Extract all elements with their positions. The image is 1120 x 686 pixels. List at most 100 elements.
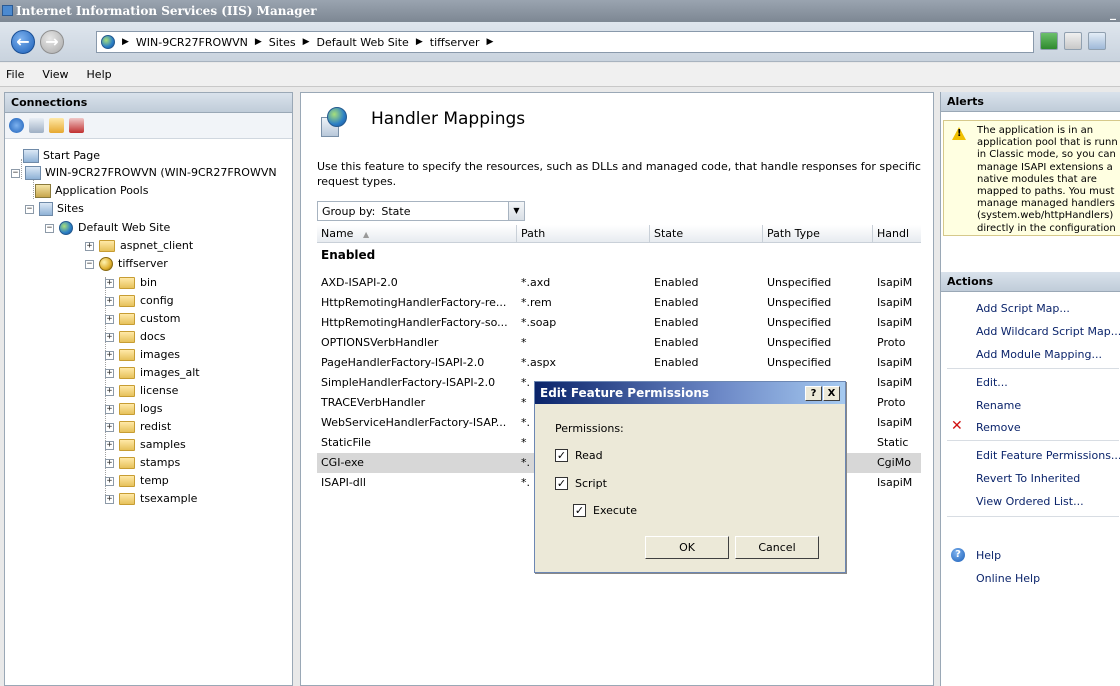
expand-icon[interactable]: +	[105, 278, 114, 288]
tree-sites[interactable]: − Sites	[25, 200, 84, 218]
action-view-ordered-list[interactable]: View Ordered List...	[976, 495, 1084, 508]
tree-application-pools[interactable]: Application Pools	[35, 182, 148, 200]
action-edit[interactable]: Edit...	[976, 376, 1008, 389]
table-row[interactable]: OPTIONSVerbHandler * Enabled Unspecified Pro…	[317, 333, 921, 353]
ok-button[interactable]: OK	[645, 536, 729, 559]
expand-icon[interactable]: +	[105, 314, 114, 324]
tree-folder-tsexample[interactable]: + tsexample	[105, 490, 197, 508]
expand-icon[interactable]: +	[105, 440, 114, 450]
tree-start-page[interactable]: Start Page	[23, 147, 100, 165]
table-row[interactable]: AXD-ISAPI-2.0 *.axd Enabled Unspecified Isap…	[317, 273, 921, 293]
tree-tiffserver[interactable]: − tiffserver	[85, 255, 168, 273]
expand-icon[interactable]: +	[105, 458, 114, 468]
menu-help[interactable]: Help	[87, 68, 112, 81]
crumb-server[interactable]: WIN-9CR27FROWVN	[136, 36, 248, 49]
cell-path-type: Unspecified	[767, 296, 832, 309]
action-help[interactable]: Help	[976, 549, 1001, 562]
delete-connection-icon[interactable]	[69, 118, 84, 133]
dialog-help-button[interactable]: ?	[805, 386, 822, 401]
checkbox-checked-icon[interactable]: ✓	[555, 477, 568, 490]
expand-icon[interactable]: +	[105, 422, 114, 432]
connect-icon[interactable]	[9, 118, 24, 133]
tree-folder-redist[interactable]: + redist	[105, 418, 171, 436]
tree-folder-samples[interactable]: + samples	[105, 436, 186, 454]
table-row[interactable]: HttpRemotingHandlerFactory-re... *.rem Ena…	[317, 293, 921, 313]
action-add-wildcard-script-map[interactable]: Add Wildcard Script Map...	[976, 325, 1120, 338]
crumb-sites[interactable]: Sites	[269, 36, 296, 49]
alert-line: directly in the configuration	[977, 222, 1116, 234]
menu-file[interactable]: File	[6, 68, 24, 81]
column-name[interactable]: Name ▲	[317, 225, 517, 243]
tree-folder-bin[interactable]: + bin	[105, 274, 157, 292]
expand-icon[interactable]: +	[105, 386, 114, 396]
tree-default-web-site[interactable]: − Default Web Site	[45, 219, 170, 237]
action-add-module-mapping[interactable]: Add Module Mapping...	[976, 348, 1102, 361]
tree-folder-images[interactable]: + images	[105, 346, 180, 364]
cancel-button[interactable]: Cancel	[735, 536, 819, 559]
column-path[interactable]: Path	[517, 225, 650, 243]
action-add-script-map[interactable]: Add Script Map...	[976, 302, 1070, 315]
collapse-icon[interactable]: −	[85, 259, 94, 269]
divider	[947, 440, 1119, 441]
cell-path: *	[521, 336, 527, 349]
column-handler[interactable]: Handl	[873, 225, 921, 243]
cell-path-type: Unspecified	[767, 276, 832, 289]
dialog-title-bar[interactable]: Edit Feature Permissions ? X	[535, 382, 845, 404]
up-icon[interactable]	[49, 118, 64, 133]
column-path-type[interactable]: Path Type	[763, 225, 873, 243]
breadcrumb[interactable]: ▶ WIN-9CR27FROWVN ▶ Sites ▶ Default Web …	[96, 31, 1034, 53]
collapse-icon[interactable]: −	[11, 168, 20, 178]
table-row[interactable]: HttpRemotingHandlerFactory-so... *.soap En…	[317, 313, 921, 333]
column-state[interactable]: State	[650, 225, 763, 243]
tree-server[interactable]: − WIN-9CR27FROWVN (WIN-9CR27FROWVN	[11, 164, 277, 182]
tree-folder-stamps[interactable]: + stamps	[105, 454, 180, 472]
crumb-default-web-site[interactable]: Default Web Site	[317, 36, 409, 49]
table-row[interactable]: PageHandlerFactory-ISAPI-2.0 *.aspx Enable…	[317, 353, 921, 373]
stop-icon[interactable]	[1064, 32, 1082, 50]
action-edit-feature-permissions[interactable]: Edit Feature Permissions...	[976, 449, 1120, 462]
forward-button[interactable]: →	[40, 30, 64, 54]
refresh-icon[interactable]	[1040, 32, 1058, 50]
dialog-close-button[interactable]: X	[823, 386, 840, 401]
expand-icon[interactable]: +	[105, 476, 114, 486]
read-checkbox[interactable]: ✓ Read	[555, 449, 603, 462]
collapse-icon[interactable]: −	[25, 204, 34, 214]
cell-path-type: Unspecified	[767, 336, 832, 349]
tree-folder-docs[interactable]: + docs	[105, 328, 166, 346]
tree-aspnet-client[interactable]: + aspnet_client	[85, 237, 193, 255]
action-revert-to-inherited[interactable]: Revert To Inherited	[976, 472, 1080, 485]
group-header[interactable]: Enabled	[317, 244, 375, 266]
tree-folder-logs[interactable]: + logs	[105, 400, 163, 418]
minimize-button[interactable]: _	[1110, 2, 1116, 22]
expand-icon[interactable]: +	[85, 241, 94, 251]
expand-icon[interactable]: +	[105, 296, 114, 306]
group-by-select[interactable]: Group by: State ▼	[317, 201, 525, 221]
expand-icon[interactable]: +	[105, 332, 114, 342]
tree-folder-license[interactable]: + license	[105, 382, 178, 400]
action-online-help[interactable]: Online Help	[976, 572, 1040, 585]
back-button[interactable]: ←	[11, 30, 35, 54]
tree-label: stamps	[140, 456, 181, 469]
save-icon[interactable]	[29, 118, 44, 133]
home-icon[interactable]	[1088, 32, 1106, 50]
collapse-icon[interactable]: −	[45, 223, 54, 233]
expand-icon[interactable]: +	[105, 404, 114, 414]
dropdown-arrow-icon[interactable]: ▼	[508, 202, 524, 220]
script-checkbox[interactable]: ✓ Script	[555, 477, 607, 490]
checkbox-checked-icon[interactable]: ✓	[555, 449, 568, 462]
cell-state: Enabled	[654, 336, 699, 349]
expand-icon[interactable]: +	[105, 350, 114, 360]
tree-folder-custom[interactable]: + custom	[105, 310, 181, 328]
crumb-tiffserver[interactable]: tiffserver	[430, 36, 480, 49]
expand-icon[interactable]: +	[105, 494, 114, 504]
action-remove[interactable]: Remove	[976, 421, 1021, 434]
tree-folder-config[interactable]: + config	[105, 292, 174, 310]
menu-view[interactable]: View	[42, 68, 68, 81]
tree-label: redist	[140, 420, 172, 433]
tree-folder-images-alt[interactable]: + images_alt	[105, 364, 200, 382]
action-rename[interactable]: Rename	[976, 399, 1021, 412]
tree-folder-temp[interactable]: + temp	[105, 472, 169, 490]
execute-checkbox[interactable]: ✓ Execute	[573, 504, 637, 517]
expand-icon[interactable]: +	[105, 368, 114, 378]
checkbox-checked-icon[interactable]: ✓	[573, 504, 586, 517]
